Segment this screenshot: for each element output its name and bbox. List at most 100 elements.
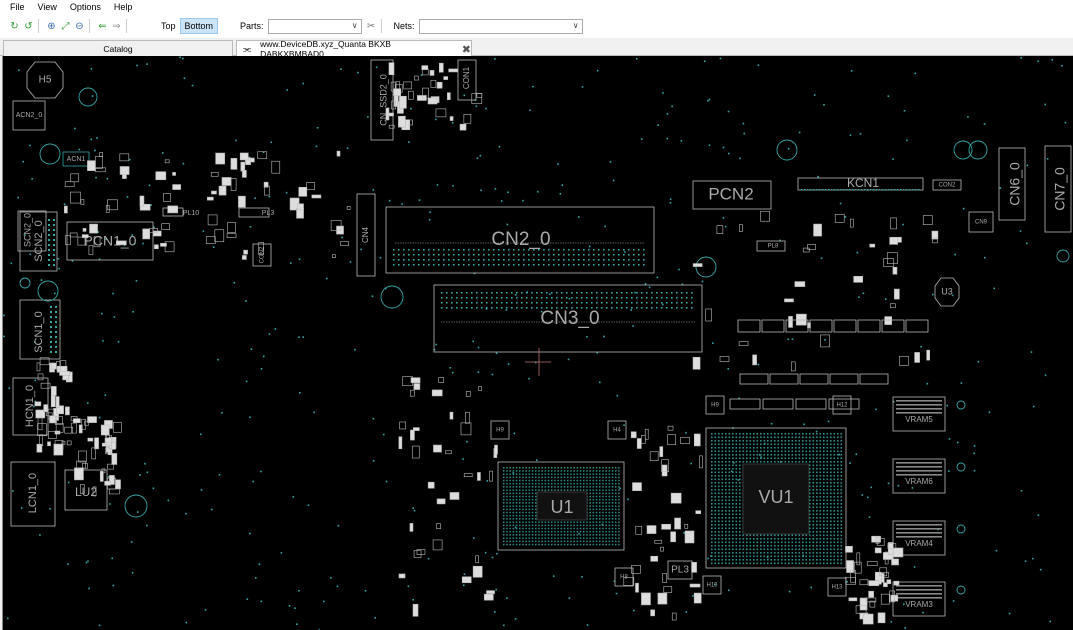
refresh-cw-icon[interactable]: ↻ — [9, 21, 20, 32]
side-bottom-button[interactable]: Bottom — [179, 18, 219, 34]
pad — [595, 515, 598, 517]
pad — [837, 443, 839, 446]
via — [111, 557, 114, 560]
pad — [774, 454, 776, 456]
pad — [718, 485, 720, 488]
smd-component — [899, 356, 909, 366]
side-top-button[interactable]: Top — [157, 19, 180, 33]
pad — [608, 254, 610, 256]
pad — [833, 461, 836, 463]
via — [144, 462, 146, 465]
via — [727, 110, 730, 113]
pad — [830, 482, 832, 484]
via — [973, 469, 976, 472]
component-label: CN9 — [975, 220, 988, 226]
smd-component — [862, 613, 874, 625]
via — [20, 507, 23, 509]
menu-view[interactable]: View — [38, 2, 57, 12]
via — [463, 94, 466, 97]
menu-options[interactable]: Options — [70, 2, 101, 12]
refresh-ccw-icon[interactable]: ↺ — [23, 21, 34, 32]
pad — [763, 457, 766, 460]
forward-icon[interactable]: ⇒ — [111, 21, 122, 32]
pad — [511, 307, 513, 309]
pad — [616, 302, 618, 304]
pad — [583, 483, 585, 485]
pad — [735, 524, 738, 526]
smd-component — [115, 479, 121, 490]
menu-help[interactable]: Help — [114, 2, 133, 12]
pad — [608, 543, 611, 546]
pad — [589, 543, 591, 546]
pad — [735, 527, 738, 530]
pad — [592, 518, 595, 520]
pad — [618, 259, 620, 261]
pad — [802, 454, 804, 456]
pad — [522, 511, 524, 514]
pad — [605, 492, 607, 495]
smd-component — [53, 443, 64, 456]
pad — [538, 527, 540, 530]
pad — [531, 527, 534, 530]
via — [849, 134, 852, 137]
pad — [451, 292, 453, 294]
pad — [528, 527, 531, 530]
pad — [611, 307, 613, 309]
pad — [519, 476, 521, 479]
pad — [522, 521, 524, 523]
pad — [551, 527, 553, 530]
tab-catalog[interactable]: Catalog — [3, 40, 233, 56]
pad — [732, 440, 734, 442]
back-icon[interactable]: ⇐ — [97, 21, 108, 32]
pad — [721, 513, 724, 516]
close-icon[interactable]: ✖ — [462, 43, 471, 56]
pad — [515, 486, 518, 488]
pad — [742, 450, 745, 453]
pad — [519, 470, 521, 472]
pad — [840, 513, 843, 516]
pad — [438, 259, 440, 261]
tab-board[interactable]: ⫘ www.DeviceDB.xyz_Quanta BKXB DABKXBMBA… — [236, 39, 472, 59]
nets-combobox[interactable]: ∨ — [418, 18, 583, 34]
pad — [791, 440, 794, 442]
board-canvas[interactable]: CN2_0 CN3_0 U1 VU1 VRAM5 VRAM6 VRAM4 VRAM3 SCN2_… — [2, 56, 1073, 630]
pad — [728, 534, 731, 537]
smd-component — [410, 377, 421, 384]
zoom-in-icon[interactable]: ⊕ — [46, 21, 57, 32]
eraser-icon[interactable]: ✂ — [366, 21, 377, 32]
menu-file[interactable]: File — [10, 2, 25, 12]
pad — [576, 524, 579, 527]
pad — [826, 527, 829, 530]
pad — [503, 259, 505, 261]
pad — [763, 443, 766, 446]
pad — [589, 531, 591, 533]
pad — [513, 259, 515, 261]
parts-combobox[interactable]: ∨ — [267, 18, 362, 34]
smd-component — [475, 555, 480, 564]
pad — [711, 562, 713, 565]
pad — [638, 254, 640, 256]
zoom-out-icon[interactable]: ⊖ — [74, 21, 85, 32]
pad — [798, 457, 801, 460]
pad — [531, 467, 534, 469]
pad — [599, 515, 601, 517]
pad — [573, 527, 575, 530]
pad — [732, 447, 734, 449]
pad — [581, 292, 583, 294]
smd-component — [483, 593, 494, 601]
pad — [558, 259, 560, 261]
pad — [643, 259, 645, 261]
fit-icon[interactable]: ⤢ — [60, 21, 71, 32]
pad — [618, 511, 620, 514]
pad — [408, 254, 410, 256]
via — [408, 141, 410, 143]
pad — [802, 534, 804, 537]
pad — [586, 302, 588, 304]
pad — [735, 482, 738, 484]
pad — [486, 297, 488, 299]
pad — [728, 454, 731, 456]
pad — [791, 559, 794, 561]
pad — [837, 513, 839, 516]
pad — [732, 531, 734, 533]
pad — [718, 503, 720, 505]
